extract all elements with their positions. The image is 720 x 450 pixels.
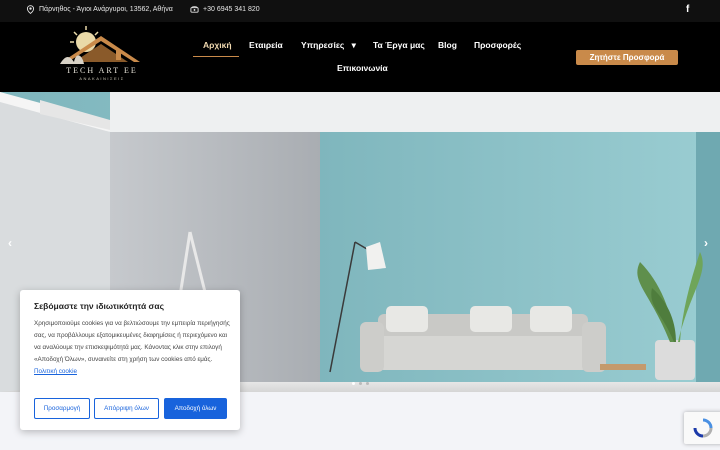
nav-item-blog[interactable]: Blog [438, 40, 457, 50]
top-info-bar: Πάρνηθος - Άγιοι Ανάργυροι, 13562, Αθήνα… [0, 0, 720, 22]
nav-item-projects[interactable]: Τα Έργα μας [373, 40, 425, 50]
phone-icon [190, 6, 199, 13]
slider-dot[interactable] [366, 382, 369, 385]
nav-item-contact[interactable]: Επικοινωνία [337, 63, 388, 73]
nav-item-home[interactable]: Αρχική [203, 40, 232, 50]
slider-dot[interactable] [359, 382, 362, 385]
active-nav-indicator [193, 56, 239, 57]
nav-item-services[interactable]: Υπηρεσίες ▾ [301, 40, 356, 51]
slider-dot[interactable] [352, 382, 355, 385]
company-logo-icon[interactable] [56, 24, 146, 84]
logo-tagline: ΑΝΑΚΑΙΝΙΣΕΙΣ [79, 76, 125, 81]
slider-prev-icon[interactable]: ‹ [8, 236, 12, 250]
cookie-policy-link[interactable]: Πολιτική cookie [34, 368, 77, 375]
phone-item[interactable]: +30 6945 341 820 [190, 5, 260, 14]
facebook-icon[interactable]: f [686, 4, 689, 15]
address-item: Πάρνηθος - Άγιοι Ανάργυροι, 13562, Αθήνα [26, 5, 173, 14]
slider-next-icon[interactable]: › [704, 236, 708, 250]
nav-item-offers[interactable]: Προσφορές [474, 40, 521, 50]
chevron-down-icon: ▾ [351, 40, 356, 50]
slider-dots [352, 382, 369, 385]
recaptcha-badge[interactable] [684, 412, 720, 444]
recaptcha-icon [693, 418, 713, 438]
reject-all-button[interactable]: Απόρριψη όλων [94, 398, 159, 419]
accept-all-button[interactable]: Αποδοχή όλων [164, 398, 227, 419]
phone-text[interactable]: +30 6945 341 820 [203, 6, 260, 13]
cookie-text: Χρησιμοποιούμε cookies για να βελτιώσουμ… [34, 320, 230, 363]
address-text: Πάρνηθος - Άγιοι Ανάργυροι, 13562, Αθήνα [39, 6, 173, 13]
map-pin-icon [26, 5, 35, 14]
request-quote-button[interactable]: Ζητήστε Προσφορά [576, 50, 678, 65]
nav-item-services-label: Υπηρεσίες [301, 40, 345, 50]
cookie-title: Σεβόμαστε την ιδιωτικότητά σας [34, 301, 164, 311]
customize-button[interactable]: Προσαρμογή [34, 398, 90, 419]
cookie-consent-dialog: Σεβόμαστε την ιδιωτικότητά σας Χρησιμοπο… [20, 290, 240, 430]
nav-item-company[interactable]: Εταιρεία [249, 40, 283, 50]
logo-name: TECH ART EE [66, 66, 138, 75]
cookie-body: Χρησιμοποιούμε cookies για να βελτιώσουμ… [34, 318, 234, 378]
